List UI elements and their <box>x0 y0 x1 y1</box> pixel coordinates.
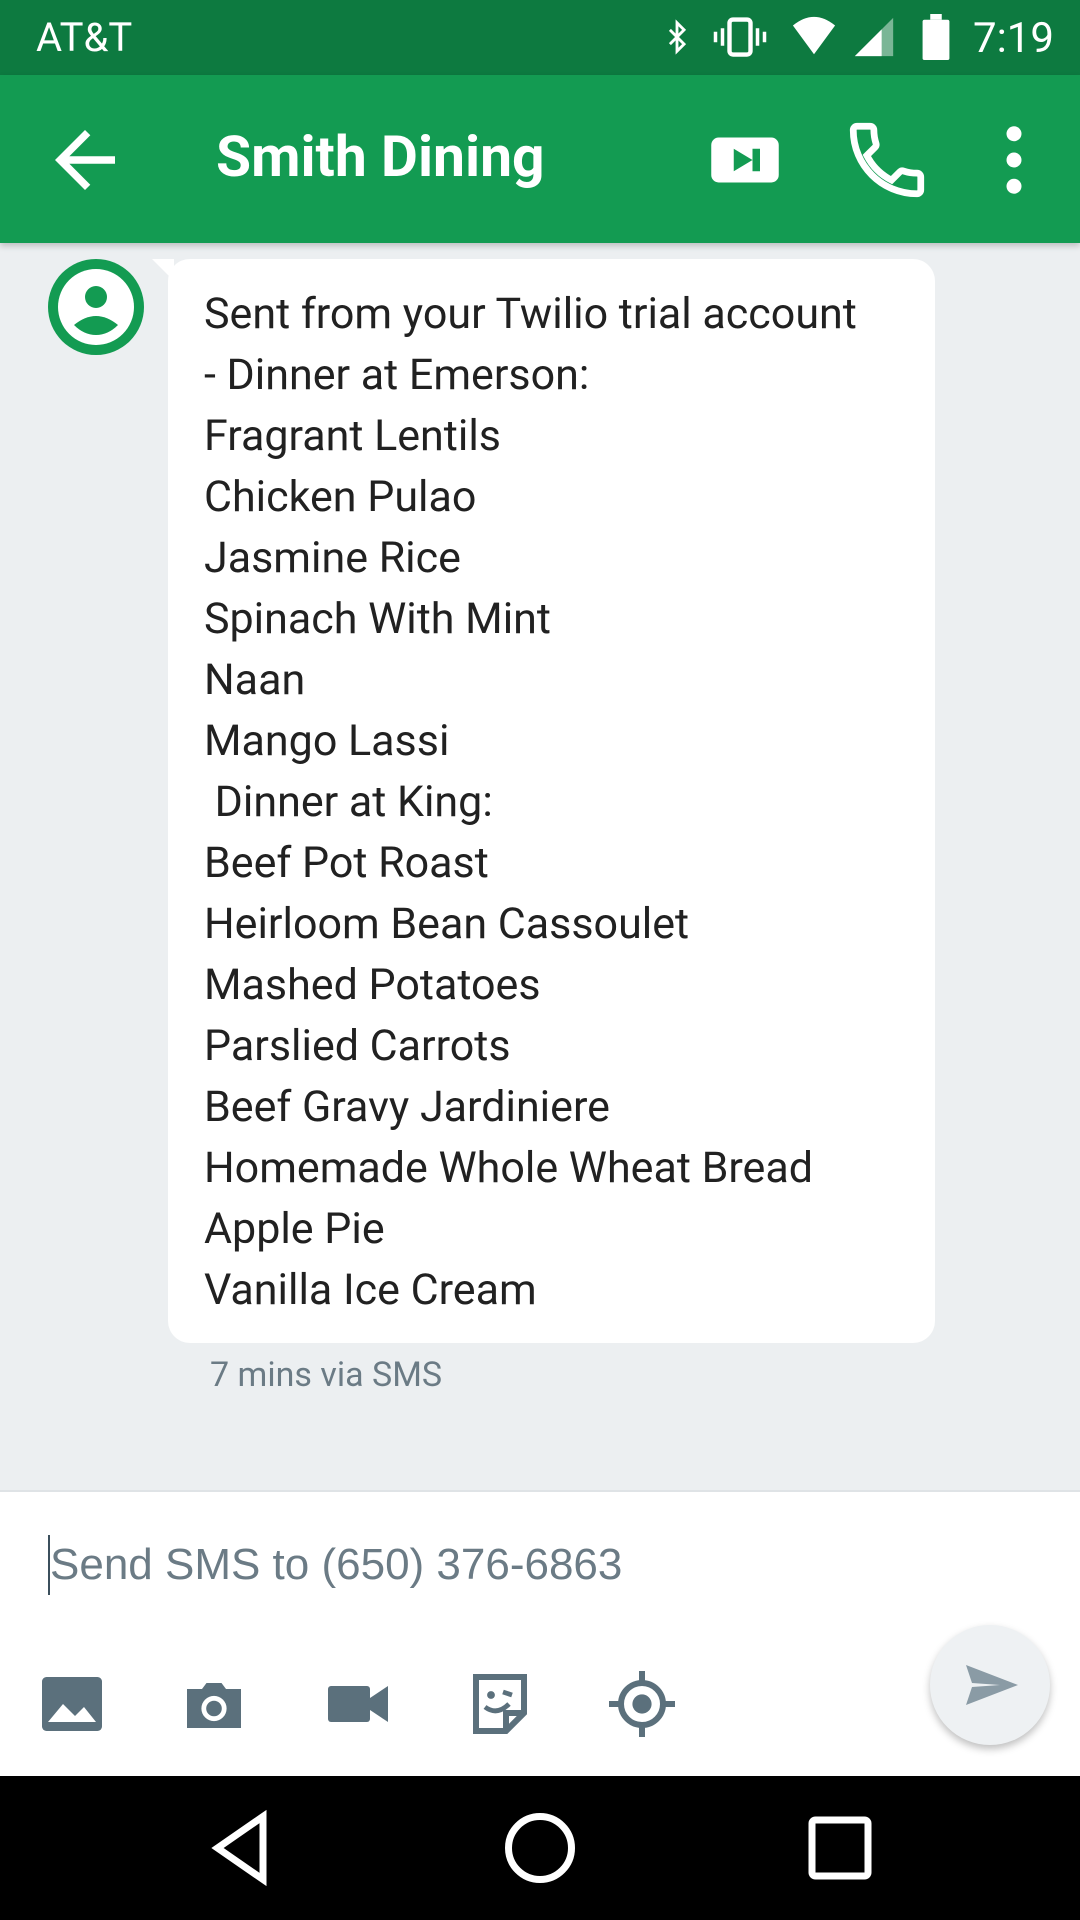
contact-avatar[interactable] <box>48 259 144 355</box>
back-arrow-icon[interactable] <box>40 115 130 205</box>
sticker-icon[interactable] <box>460 1668 540 1740</box>
gallery-icon[interactable] <box>32 1668 112 1740</box>
app-bar: Smith Dining <box>0 75 1080 243</box>
clock-time: 7:19 <box>973 14 1054 63</box>
video-call-icon[interactable] <box>700 115 790 205</box>
sms-compose-input[interactable] <box>48 1535 870 1595</box>
phone-icon[interactable] <box>842 115 932 205</box>
more-vert-icon[interactable] <box>969 115 1059 205</box>
person-icon <box>58 269 134 345</box>
video-camera-icon[interactable] <box>318 1668 398 1740</box>
battery-icon <box>922 14 950 60</box>
carrier-name: AT&T <box>36 14 133 61</box>
location-icon[interactable] <box>602 1668 682 1740</box>
compose-area <box>0 1490 1080 1778</box>
camera-icon[interactable] <box>174 1668 254 1740</box>
vibrate-icon <box>713 17 767 57</box>
back-triangle-icon[interactable] <box>200 1806 284 1890</box>
message-meta: 7 mins via SMS <box>210 1355 443 1395</box>
recents-square-icon[interactable] <box>798 1806 882 1890</box>
send-icon <box>966 1665 1018 1705</box>
bluetooth-icon <box>668 19 687 55</box>
wifi-icon <box>792 16 836 55</box>
signal-icon <box>854 17 894 57</box>
status-bar: AT&T 7:19 <box>0 0 1080 75</box>
message-text: Sent from your Twilio trial account - Di… <box>204 289 857 1315</box>
conversation-title: Smith Dining <box>216 123 545 190</box>
system-nav-bar <box>0 1776 1080 1920</box>
send-button[interactable] <box>930 1625 1050 1745</box>
home-circle-icon[interactable] <box>498 1806 582 1890</box>
